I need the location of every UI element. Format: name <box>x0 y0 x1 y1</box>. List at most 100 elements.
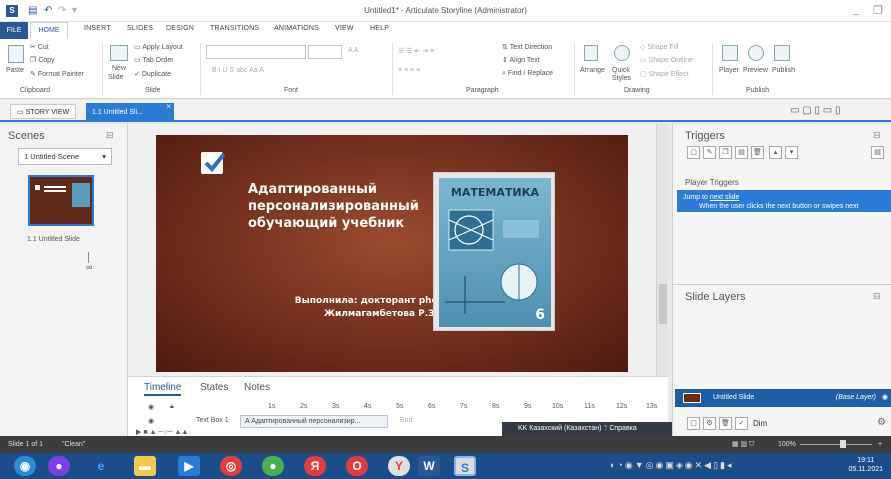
format-painter-button[interactable]: ✎ Format Painter <box>30 70 84 78</box>
trigger-options-icon[interactable]: ▤ <box>871 146 884 159</box>
arrange-icon[interactable] <box>584 45 598 61</box>
align-buttons[interactable]: ≡ ≡ ≡ ≡ <box>398 67 420 74</box>
slide-title-text[interactable]: Адаптированный персонализированный обуча… <box>248 181 448 232</box>
file-explorer-icon[interactable]: ▬ <box>134 456 156 476</box>
tab-animations[interactable]: ANIMATIONS <box>274 25 319 32</box>
tab-home[interactable]: HOME <box>30 22 68 39</box>
chrome-icon[interactable]: ● <box>262 456 284 476</box>
lock-icon[interactable]: 🔒︎ <box>170 403 174 411</box>
trigger-target-link[interactable]: next slide <box>710 194 740 201</box>
view-mode-icons[interactable]: ▦ ▥ ⛉ <box>732 436 754 453</box>
pin-icon[interactable]: ⊟ <box>873 130 881 141</box>
tab-insert[interactable]: INSERT <box>84 25 111 32</box>
tab-slides[interactable]: SLIDES <box>127 25 153 32</box>
timeline-end-marker[interactable]: End <box>400 417 412 424</box>
zoom-slider-thumb[interactable] <box>840 440 846 448</box>
preview-button[interactable]: Preview <box>743 67 768 74</box>
eye-icon[interactable]: ◉ <box>148 403 154 411</box>
help-label[interactable]: Справка <box>609 425 636 432</box>
tab-help[interactable]: HELP <box>370 25 389 32</box>
word-icon[interactable]: W <box>418 456 440 476</box>
pin-icon[interactable]: ⊟ <box>873 291 881 302</box>
zoom-in-icon[interactable]: + <box>878 436 882 453</box>
layer-properties-icon[interactable]: ⚙︎ <box>703 417 716 430</box>
publish-button[interactable]: Publish <box>772 67 795 74</box>
restore-button[interactable]: ❐ <box>873 4 883 17</box>
player-icon[interactable] <box>722 45 738 61</box>
tab-file[interactable]: FILE <box>0 22 28 39</box>
new-trigger-icon[interactable]: ▢ <box>687 146 700 159</box>
base-layer-row[interactable]: Untitled Slide (Base Layer) ◉ <box>675 389 891 407</box>
yandex-icon[interactable]: Я <box>304 456 326 476</box>
timeline-playback-controls[interactable]: ▶ ■ ▲ ─○─ ▲▲ <box>136 428 188 436</box>
language-popup[interactable]: KK Казахский (Казахстан) ? Справка <box>502 422 672 436</box>
preview-icon[interactable] <box>748 45 764 61</box>
font-family-select[interactable] <box>206 45 306 59</box>
tab-timeline[interactable]: Timeline <box>144 382 182 396</box>
media-player-icon[interactable]: ▶ <box>178 456 200 476</box>
pin-icon[interactable]: ⊟ <box>106 130 114 141</box>
tab-transitions[interactable]: TRANSITIONS <box>210 25 259 32</box>
view-layout-icons[interactable]: ▭ ▢ ▯ ▭ ▯ <box>790 105 840 116</box>
duplicate-button[interactable]: ✓ Duplicate <box>134 70 171 78</box>
new-slide-icon[interactable] <box>110 45 128 61</box>
dim-checkbox[interactable]: ✓ <box>735 417 748 430</box>
yandex-browser-icon[interactable]: Y <box>388 456 410 476</box>
system-tray-icons[interactable]: ◐◔◉▼◎◉▣◈◉✕◀▯▮◂ <box>610 460 734 471</box>
app-icon[interactable]: ◎ <box>220 456 242 476</box>
new-slide-button[interactable]: New <box>112 65 126 72</box>
paste-icon[interactable] <box>8 45 24 63</box>
textbook-cover-image[interactable]: МАТЕМАТИКА 6 <box>433 172 555 331</box>
slide-thumbnail[interactable] <box>28 175 94 226</box>
storyline-taskbar-icon[interactable]: S <box>454 456 476 476</box>
publish-icon[interactable] <box>774 45 790 61</box>
trigger-item-next-slide[interactable]: Jump to next slide When the user clicks … <box>677 190 891 212</box>
start-button[interactable]: ◉ <box>14 456 36 476</box>
copy-trigger-icon[interactable]: ❐ <box>719 146 732 159</box>
shape-outline-button[interactable]: ▭ Shape Outline <box>640 56 693 64</box>
quick-styles-button[interactable]: Quick Styles <box>612 67 634 83</box>
font-grow-shrink[interactable]: A A <box>348 47 359 54</box>
timeline-object-bar[interactable]: A Адаптированный персонализир... <box>240 415 388 428</box>
bullets-buttons[interactable]: ☰ ☰ ⇤ ⇥ ≡ <box>398 47 434 55</box>
canvas-vertical-scrollbar[interactable] <box>656 124 668 376</box>
player-button[interactable]: Player <box>719 67 739 74</box>
eye-icon[interactable]: ◉ <box>882 389 888 407</box>
tab-states[interactable]: States <box>200 382 228 393</box>
cut-button[interactable]: ✂ Cut <box>30 43 49 51</box>
slide-author-text[interactable]: Выполнила: докторант phd Жилмагамбетова … <box>238 295 438 321</box>
slide-tab[interactable]: 1.1 Untitled Sli... × <box>86 102 174 122</box>
zoom-slider[interactable] <box>800 444 872 445</box>
tab-design[interactable]: DESIGN <box>166 25 194 32</box>
story-view-tab[interactable]: ▭ STORY VIEW <box>10 104 77 119</box>
gear-icon[interactable]: ⚙︎ <box>877 417 886 428</box>
new-layer-icon[interactable]: ▢ <box>687 417 700 430</box>
shape-fill-button[interactable]: ◇ Shape Fill <box>640 43 678 51</box>
move-down-icon[interactable]: ▾ <box>785 146 798 159</box>
scrollbar-thumb[interactable] <box>659 284 667 324</box>
taskbar-clock[interactable]: 19:11 05.11.2021 <box>848 456 883 474</box>
close-tab-icon[interactable]: × <box>166 97 171 116</box>
quick-styles-icon[interactable] <box>614 45 630 61</box>
opera-icon[interactable]: O <box>346 456 368 476</box>
paste-trigger-icon[interactable]: ▤ <box>735 146 748 159</box>
delete-layer-icon[interactable]: 🗑︎ <box>719 417 732 430</box>
shape-effect-button[interactable]: ▢ Shape Effect <box>640 70 689 78</box>
internet-explorer-icon[interactable]: e <box>90 456 112 476</box>
text-direction-button[interactable]: ⇅ Text Direction <box>502 43 552 51</box>
copy-button[interactable]: ❐ Copy <box>30 56 55 64</box>
find-replace-button[interactable]: ⌕ Find / Replace <box>502 70 553 78</box>
timeline-layer-name[interactable]: Text Box 1 <box>196 417 229 424</box>
tab-notes[interactable]: Notes <box>244 382 270 393</box>
delete-trigger-icon[interactable]: 🗑︎ <box>751 146 764 159</box>
layer-eye-icon[interactable]: ◉ <box>148 417 154 425</box>
edit-trigger-icon[interactable]: ✎ <box>703 146 716 159</box>
slide-canvas[interactable]: Адаптированный персонализированный обуча… <box>156 135 628 372</box>
paste-button[interactable]: Paste <box>6 67 24 74</box>
minimize-button[interactable]: _ <box>853 4 859 16</box>
move-up-icon[interactable]: ▴ <box>769 146 782 159</box>
apply-layout-button[interactable]: ▭ Apply Layout <box>134 43 183 51</box>
app-icon[interactable]: ● <box>48 456 70 476</box>
arrange-button[interactable]: Arrange <box>580 67 605 74</box>
tab-order-button[interactable]: ▭ Tab Order <box>134 56 174 64</box>
